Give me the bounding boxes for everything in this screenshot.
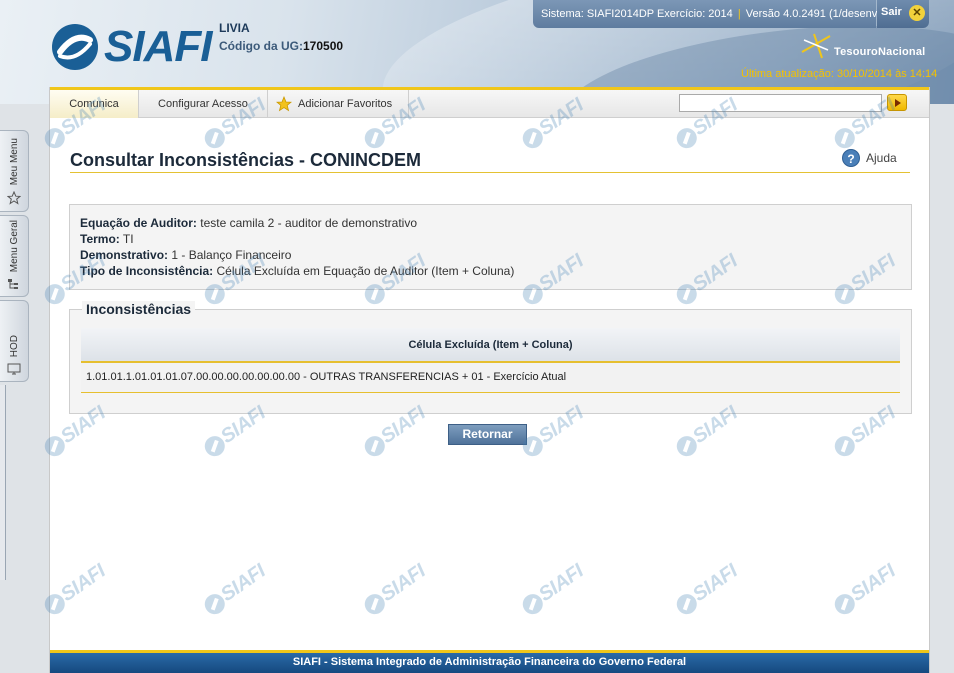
fieldset-title: Inconsistências xyxy=(82,301,196,317)
ug-label: Código da UG: xyxy=(219,39,303,53)
info-row-tipo: Tipo de Inconsistência: Célula Excluída … xyxy=(80,263,901,279)
system-info-bar: Sistema: SIAFI2014DP Exercício: 2014 | V… xyxy=(533,0,881,28)
logout-button[interactable]: Sair ✕ xyxy=(877,0,929,28)
table-header-row: Célula Excluída (Item + Coluna) xyxy=(81,328,900,363)
side-tab-meu-menu[interactable]: Meu Menu xyxy=(0,130,29,212)
footer: SIAFI - Sistema Integrado de Administraç… xyxy=(50,650,929,673)
toolbar: Comunica Configurar Acesso Adicionar Fav… xyxy=(50,87,929,118)
tree-icon xyxy=(8,279,18,289)
system-info: Sistema: SIAFI2014DP Exercício: 2014 xyxy=(541,8,733,20)
tab-label: Adicionar Favoritos xyxy=(298,98,393,110)
tab-comunica[interactable]: Comunica xyxy=(50,90,139,118)
info-row-demonstrativo: Demonstrativo: 1 - Balanço Financeiro xyxy=(80,247,901,263)
last-update: Última atualização: 30/10/2014 às 14:14 xyxy=(741,68,938,80)
help-label: Ajuda xyxy=(866,151,897,165)
table-cell: 1.01.01.1.01.01.01.07.00.00.00.00.00.00.… xyxy=(81,362,900,393)
divider xyxy=(70,172,910,173)
monitor-icon xyxy=(7,363,21,375)
logo-text: SIAFI xyxy=(104,22,212,71)
user-info: LIVIA Código da UG:170500 xyxy=(219,19,343,55)
page-title: Consultar Inconsistências - CONINCDEM xyxy=(70,150,422,170)
info-label: Demonstrativo: xyxy=(80,248,169,262)
retornar-button[interactable]: Retornar xyxy=(448,424,527,445)
tab-configurar-acesso[interactable]: Configurar Acesso xyxy=(139,90,268,118)
inconsistencias-fieldset: Inconsistências Célula Excluída (Item + … xyxy=(69,301,912,414)
help-icon: ? xyxy=(842,149,860,167)
user-name: LIVIA xyxy=(219,21,250,35)
info-value: 1 - Balanço Financeiro xyxy=(171,248,292,262)
tesouro-star-icon xyxy=(801,33,831,59)
info-label: Termo: xyxy=(80,232,120,246)
ug-value: 170500 xyxy=(303,39,344,53)
info-value: TI xyxy=(122,232,134,246)
column-header: Célula Excluída (Item + Coluna) xyxy=(81,328,900,363)
logout-label: Sair xyxy=(881,6,902,18)
tesouro-label: TesouroNacional xyxy=(834,46,926,58)
help-link[interactable]: ? Ajuda xyxy=(842,149,897,167)
inconsistencias-table: Célula Excluída (Item + Coluna) 1.01.01.… xyxy=(81,328,900,393)
siafi-logo-icon xyxy=(52,24,98,70)
info-value: Célula Excluída em Equação de Auditor (I… xyxy=(216,264,515,278)
info-value: teste camila 2 - auditor de demonstrativ… xyxy=(200,216,418,230)
info-row-equacao: Equação de Auditor: teste camila 2 - aud… xyxy=(80,215,901,231)
search-go-button[interactable] xyxy=(887,94,907,111)
info-label: Equação de Auditor: xyxy=(80,216,197,230)
separator: | xyxy=(734,8,744,20)
star-icon xyxy=(276,96,292,112)
side-tab-hod[interactable]: HOD xyxy=(0,300,29,382)
table-row: 1.01.01.1.01.01.01.07.00.00.00.00.00.00.… xyxy=(81,362,900,393)
tesouro-nacional-logo: TesouroNacional xyxy=(800,32,925,60)
info-row-termo: Termo: TI xyxy=(80,231,901,247)
ug-info: Código da UG:170500 xyxy=(219,37,343,55)
close-icon: ✕ xyxy=(909,5,925,21)
side-tab-label: Meu Menu xyxy=(8,137,20,185)
siafi-logo: SIAFI xyxy=(50,22,212,72)
info-box: Equação de Auditor: teste camila 2 - aud… xyxy=(69,204,912,290)
star-icon xyxy=(7,191,21,205)
main-panel: Comunica Configurar Acesso Adicionar Fav… xyxy=(49,87,930,673)
info-label: Tipo de Inconsistência: xyxy=(80,264,214,278)
side-tabs: Meu Menu Menu Geral HOD xyxy=(0,130,30,385)
side-tab-menu-geral[interactable]: Menu Geral xyxy=(0,215,29,297)
side-tab-label: HOD xyxy=(8,334,20,357)
tab-adicionar-favoritos[interactable]: Adicionar Favoritos xyxy=(268,90,409,118)
search-input[interactable] xyxy=(679,94,882,112)
side-tab-label: Menu Geral xyxy=(8,219,20,272)
version-info: Versão 4.0.2491 (1/desenv) xyxy=(745,8,881,20)
side-divider xyxy=(0,385,6,580)
